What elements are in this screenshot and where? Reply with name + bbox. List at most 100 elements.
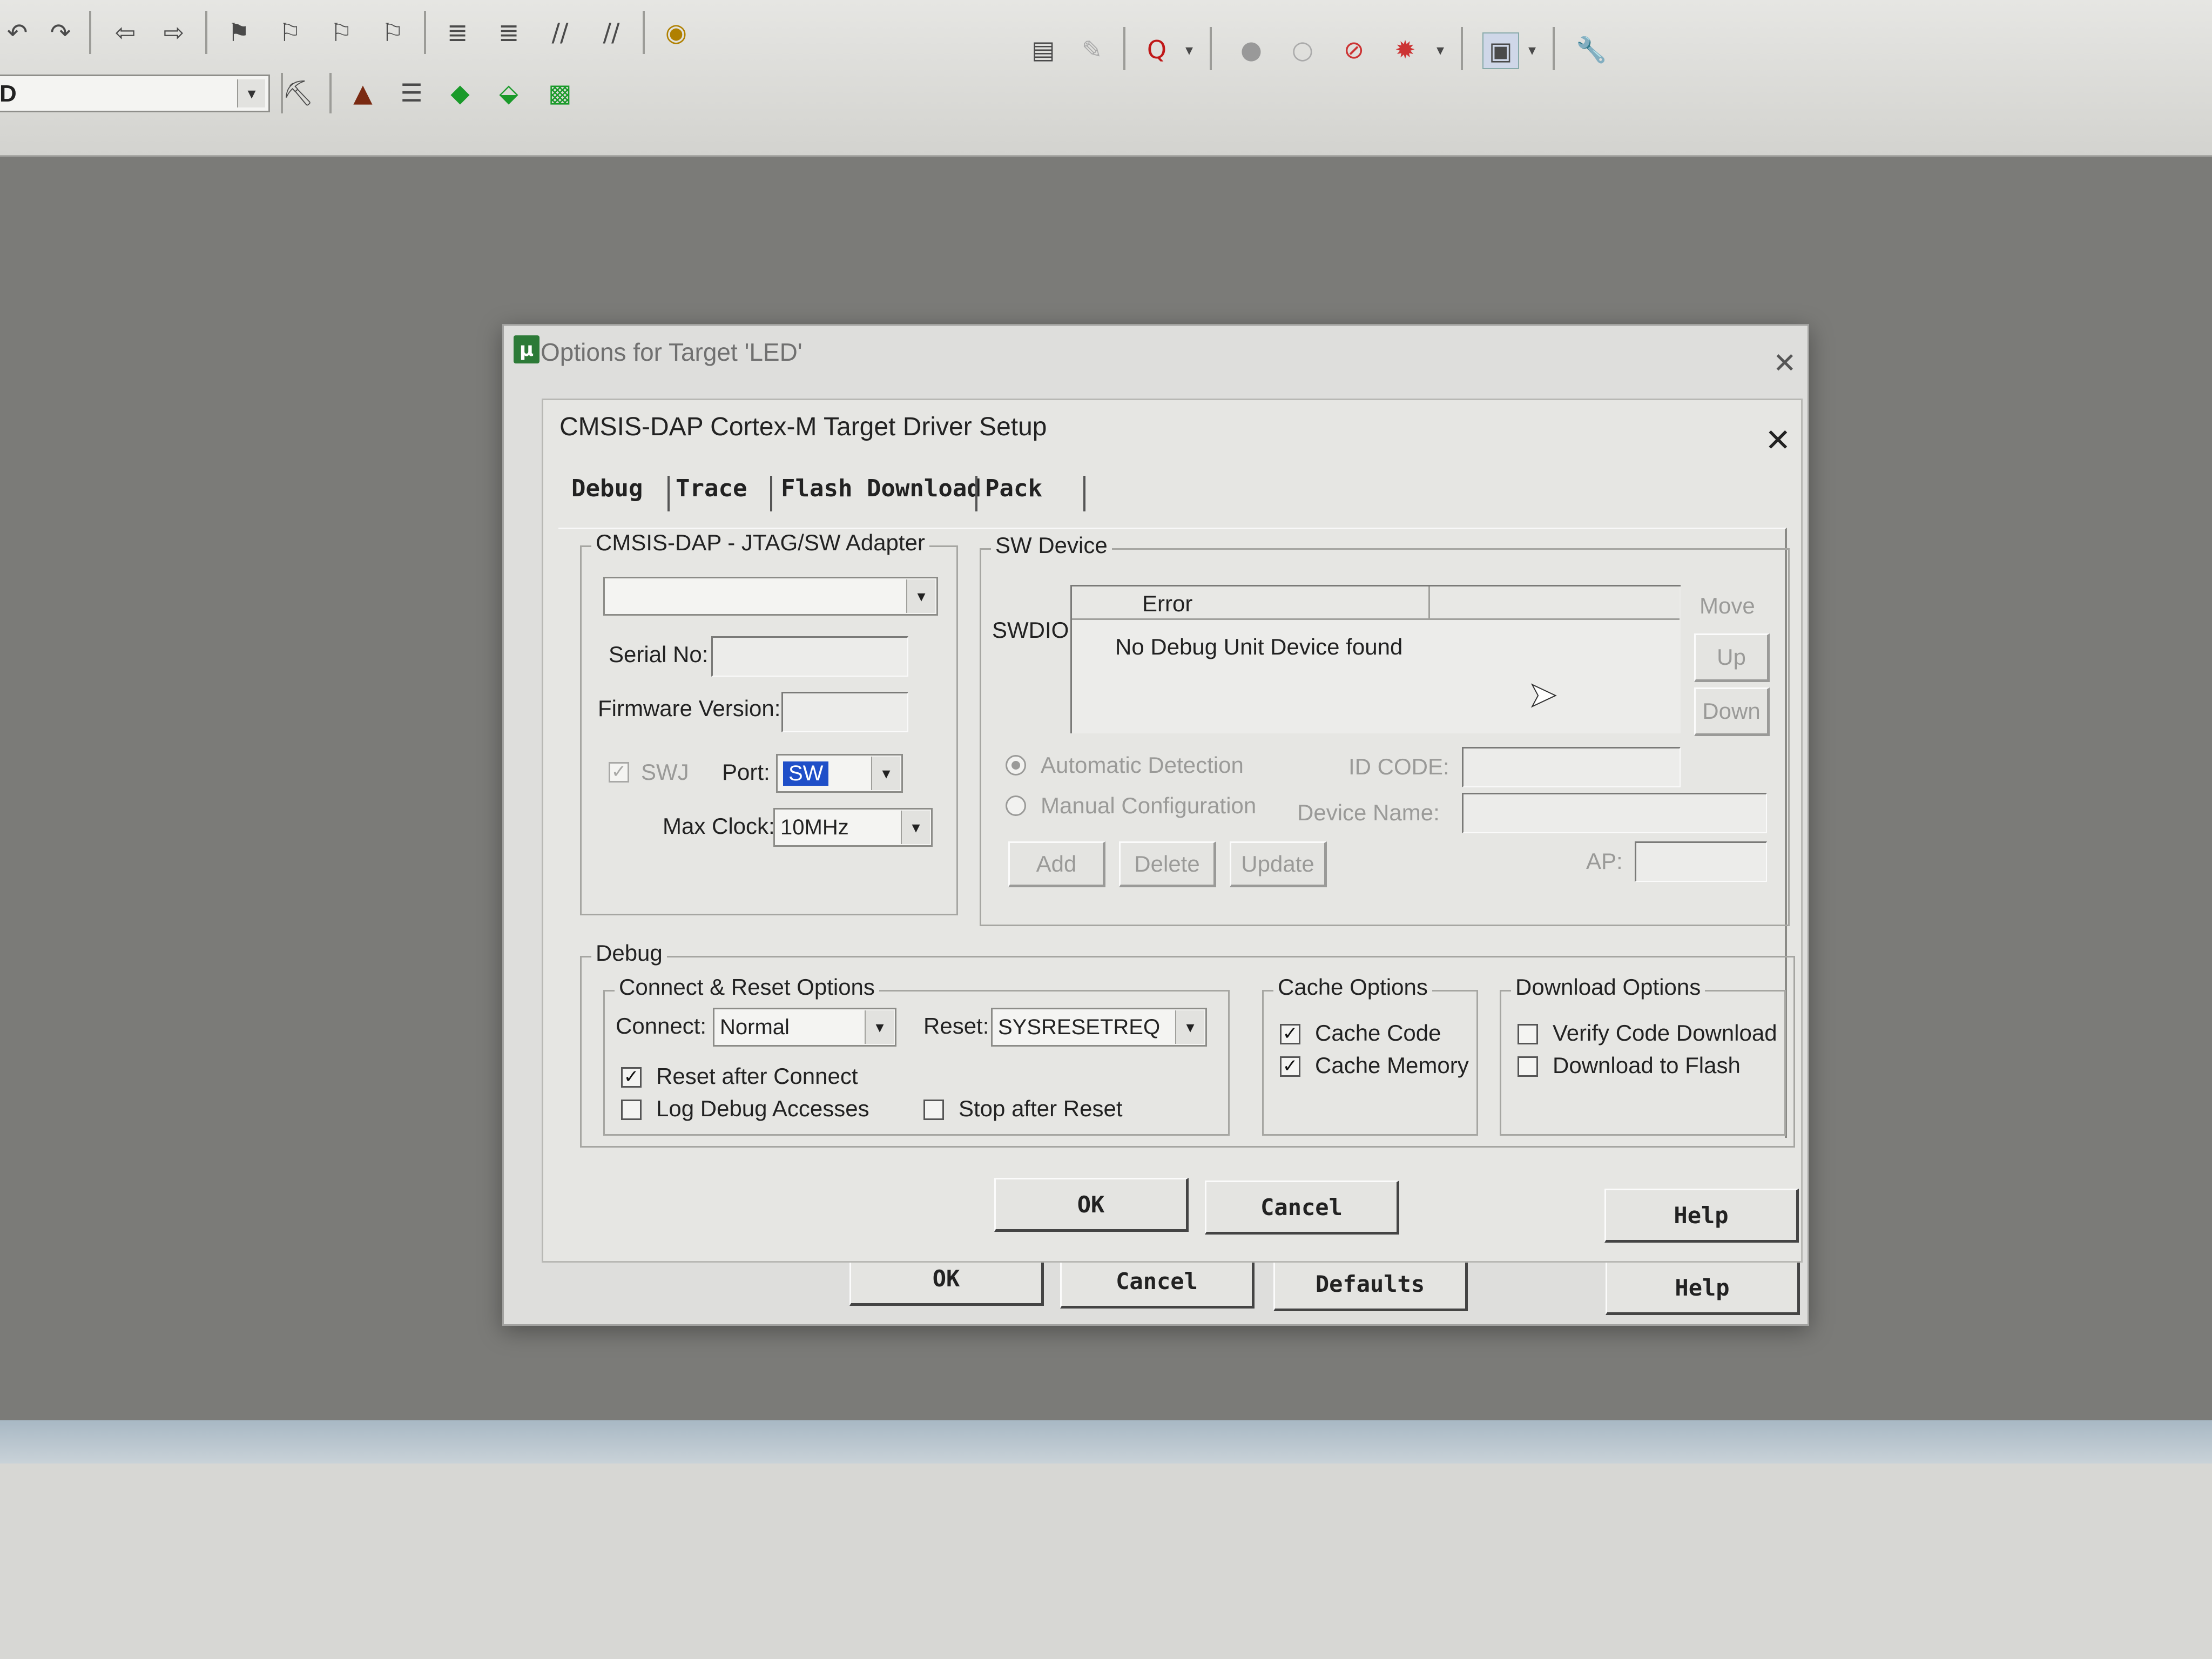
reset-label: Reset: bbox=[923, 1013, 989, 1038]
chevron-down-icon[interactable]: ▾ bbox=[1175, 1010, 1204, 1044]
target-select-value: D bbox=[0, 80, 17, 107]
chevron-down-icon[interactable]: ▾ bbox=[901, 811, 930, 844]
outer-help-button[interactable]: Help bbox=[1606, 1261, 1800, 1315]
mouse-cursor-icon: ➤ bbox=[1528, 675, 1558, 716]
target-select[interactable]: D ▾ bbox=[0, 75, 270, 112]
outer-defaults-button[interactable]: Defaults bbox=[1273, 1257, 1468, 1311]
chevron-down-icon[interactable]: ▾ bbox=[865, 1010, 894, 1044]
ap-field[interactable] bbox=[1635, 841, 1767, 882]
stop-after-reset-checkbox[interactable] bbox=[923, 1100, 944, 1120]
connect-reset-group: Connect & Reset Options Connect: Normal … bbox=[603, 974, 1230, 1136]
delete-button[interactable]: Delete bbox=[1119, 841, 1216, 887]
move-down-button[interactable]: Down bbox=[1694, 687, 1770, 736]
sw-device-group-title: SW Device bbox=[991, 532, 1112, 558]
toolbar-separator bbox=[89, 11, 91, 54]
target-driver-setup-dialog: CMSIS-DAP Cortex-M Target Driver Setup ✕… bbox=[542, 399, 1803, 1263]
undo-icon[interactable]: ↶ bbox=[0, 15, 35, 50]
indent-icon[interactable]: ≣ bbox=[440, 15, 475, 50]
batch-build-icon[interactable]: ◆ bbox=[443, 76, 477, 110]
tab-separator bbox=[1083, 476, 1085, 511]
swj-checkbox[interactable]: ✓ bbox=[609, 762, 629, 783]
translate-icon[interactable]: ⛏ bbox=[281, 76, 315, 110]
device-name-field[interactable] bbox=[1462, 793, 1767, 833]
comment-icon[interactable]: // bbox=[543, 15, 577, 50]
chevron-down-icon[interactable]: ▾ bbox=[237, 79, 265, 107]
port-select-value: SW bbox=[783, 761, 829, 786]
replace-icon[interactable]: ✎ bbox=[1075, 32, 1109, 67]
nav-forward-icon[interactable]: ⇨ bbox=[157, 15, 191, 50]
uncomment-icon[interactable]: // bbox=[594, 15, 629, 50]
target-options-icon[interactable]: ▩ bbox=[543, 76, 577, 110]
run-icon[interactable]: ✹ bbox=[1388, 32, 1422, 67]
download-icon[interactable]: ⬙ bbox=[491, 76, 526, 110]
tab-separator bbox=[770, 476, 772, 511]
adapter-select[interactable]: ▾ bbox=[603, 577, 938, 616]
reset-select[interactable]: SYSRESETREQ ▾ bbox=[991, 1008, 1207, 1047]
cancel-button[interactable]: Cancel bbox=[1205, 1181, 1399, 1235]
firmware-version-field[interactable] bbox=[781, 692, 908, 732]
serial-no-field[interactable] bbox=[711, 636, 908, 677]
sw-device-group: SW Device SWDIO Error No Debug Unit Devi… bbox=[980, 532, 1790, 926]
find-in-files-icon[interactable]: ◉ bbox=[659, 15, 693, 50]
find-icon[interactable]: ▤ bbox=[1026, 32, 1061, 67]
reset-after-connect-checkbox[interactable]: ✓ bbox=[621, 1067, 642, 1088]
tab-flash-download[interactable]: Flash Download bbox=[781, 475, 981, 502]
breakpoint-disable-icon[interactable]: ○ bbox=[1285, 32, 1320, 67]
close-icon[interactable]: ✕ bbox=[1773, 347, 1797, 380]
list-item[interactable]: No Debug Unit Device found bbox=[1115, 634, 1402, 660]
tab-page-debug: CMSIS-DAP - JTAG/SW Adapter ▾ Serial No:… bbox=[558, 528, 1795, 1148]
chevron-down-icon[interactable]: ▾ bbox=[1423, 32, 1458, 67]
window-layout-icon[interactable]: ▣ bbox=[1482, 32, 1519, 69]
help-button[interactable]: Help bbox=[1604, 1189, 1799, 1243]
nav-back-icon[interactable]: ⇦ bbox=[108, 15, 143, 50]
unindent-icon[interactable]: ≣ bbox=[491, 15, 526, 50]
port-select[interactable]: SW ▾ bbox=[776, 754, 903, 793]
breakpoint-kill-icon[interactable]: ⊘ bbox=[1337, 32, 1371, 67]
swdio-label: SWDIO bbox=[992, 617, 1069, 643]
cache-memory-label: Cache Memory bbox=[1315, 1053, 1469, 1078]
bookmark-clear-icon[interactable]: ⚐ bbox=[375, 15, 410, 50]
bookmark-prev-icon[interactable]: ⚐ bbox=[273, 15, 307, 50]
manual-configuration-label: Manual Configuration bbox=[1041, 793, 1257, 818]
download-to-flash-label: Download to Flash bbox=[1553, 1053, 1741, 1078]
build-icon[interactable]: ▲ bbox=[346, 76, 380, 110]
chevron-down-icon[interactable]: ▾ bbox=[871, 757, 900, 790]
tab-debug[interactable]: Debug bbox=[571, 475, 643, 502]
debug-session-icon[interactable]: Q bbox=[1139, 32, 1174, 67]
add-button[interactable]: Add bbox=[1008, 841, 1105, 887]
cache-code-checkbox[interactable]: ✓ bbox=[1280, 1024, 1300, 1044]
reset-after-connect-label: Reset after Connect bbox=[656, 1063, 858, 1089]
breakpoint-insert-icon[interactable]: ● bbox=[1234, 32, 1269, 67]
cache-options-group-title: Cache Options bbox=[1273, 974, 1432, 1000]
log-debug-accesses-checkbox[interactable] bbox=[621, 1100, 642, 1120]
automatic-detection-radio[interactable] bbox=[1006, 755, 1026, 775]
tab-pack[interactable]: Pack bbox=[985, 475, 1042, 502]
tab-trace[interactable]: Trace bbox=[676, 475, 747, 502]
tab-separator bbox=[667, 476, 670, 511]
cache-memory-checkbox[interactable]: ✓ bbox=[1280, 1056, 1300, 1077]
rebuild-icon[interactable]: ☰ bbox=[394, 76, 429, 110]
bookmark-icon[interactable]: ⚑ bbox=[221, 15, 256, 50]
chevron-down-icon[interactable]: ▾ bbox=[1515, 32, 1549, 67]
max-clock-select-value: 10MHz bbox=[780, 815, 849, 839]
id-code-field[interactable] bbox=[1462, 747, 1681, 787]
move-up-button[interactable]: Up bbox=[1694, 633, 1770, 682]
redo-icon[interactable]: ↷ bbox=[43, 15, 78, 50]
update-button[interactable]: Update bbox=[1230, 841, 1327, 887]
verify-code-download-checkbox[interactable] bbox=[1518, 1024, 1538, 1044]
sw-device-list[interactable]: Error No Debug Unit Device found bbox=[1070, 585, 1681, 733]
verify-code-download-label: Verify Code Download bbox=[1553, 1020, 1777, 1046]
max-clock-select[interactable]: 10MHz ▾ bbox=[773, 808, 933, 847]
close-icon[interactable]: ✕ bbox=[1765, 422, 1791, 458]
connect-select[interactable]: Normal ▾ bbox=[713, 1008, 896, 1047]
ok-button[interactable]: OK bbox=[994, 1178, 1189, 1232]
configure-icon[interactable]: 🔧 bbox=[1574, 32, 1609, 67]
automatic-detection-label: Automatic Detection bbox=[1041, 752, 1244, 778]
outer-cancel-button[interactable]: Cancel bbox=[1060, 1255, 1255, 1309]
download-to-flash-checkbox[interactable] bbox=[1518, 1056, 1538, 1077]
bookmark-next-icon[interactable]: ⚐ bbox=[324, 15, 359, 50]
chevron-down-icon[interactable]: ▾ bbox=[1172, 32, 1206, 67]
manual-configuration-radio[interactable] bbox=[1006, 795, 1026, 816]
adapter-group: CMSIS-DAP - JTAG/SW Adapter ▾ Serial No:… bbox=[580, 530, 958, 915]
chevron-down-icon[interactable]: ▾ bbox=[906, 579, 935, 613]
